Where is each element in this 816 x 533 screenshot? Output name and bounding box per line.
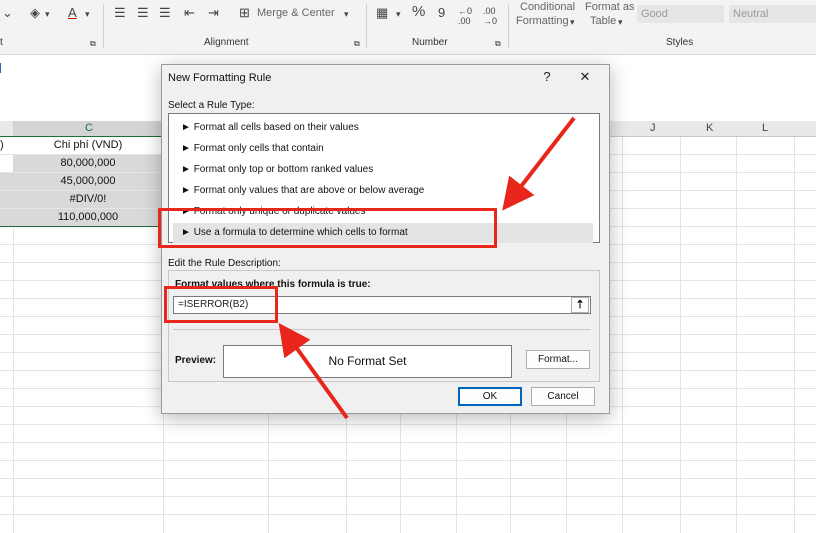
- annotation-arrow-to-rule: [502, 116, 576, 211]
- annotation-arrow-to-formula: [278, 323, 349, 420]
- annotation-arrows: [278, 116, 576, 420]
